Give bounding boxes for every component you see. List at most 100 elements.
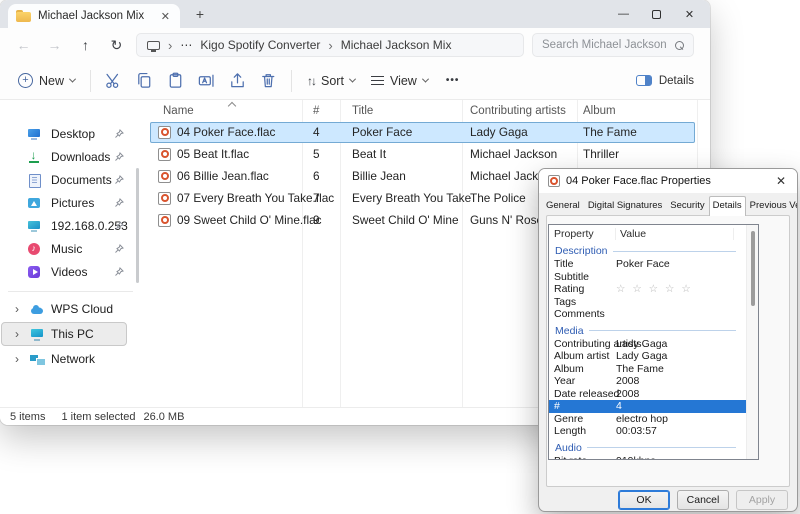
new-button[interactable]: + New — [10, 66, 83, 96]
details-pane-button[interactable]: Details — [630, 75, 700, 87]
search-input[interactable]: Search Michael Jackson M — [532, 33, 694, 57]
property-row-album[interactable]: Album The Fame — [549, 363, 746, 376]
file-album: Thriller — [583, 147, 620, 161]
property-row-album-artist[interactable]: Album artist Lady Gaga — [549, 350, 746, 363]
more-options-button[interactable]: ••• — [436, 75, 470, 86]
location-monitor-icon — [147, 40, 160, 52]
file-name: 05 Beat It.flac — [177, 147, 250, 161]
tab-title: Michael Jackson Mix — [38, 10, 145, 22]
tab-security[interactable]: Security — [666, 196, 708, 215]
copy-button[interactable] — [129, 66, 160, 96]
sort-arrows-icon: ↑↓ — [307, 73, 317, 88]
property-row-genre[interactable]: Genre electro hop — [549, 413, 746, 426]
column-header-name[interactable]: Name — [145, 105, 302, 117]
sidebar-item-network-drive[interactable]: 192.168.0.253 — [0, 214, 145, 237]
section-media: Media — [549, 324, 746, 338]
tab-previous-versions[interactable]: Previous Versions — [746, 196, 797, 215]
sidebar-item-this-pc[interactable]: › This PC — [1, 322, 127, 346]
sidebar-item-desktop[interactable]: Desktop — [0, 122, 145, 145]
file-album: The Fame — [583, 125, 637, 139]
downloads-icon — [27, 148, 41, 164]
plus-icon: + — [18, 73, 33, 88]
delete-button[interactable] — [253, 66, 284, 96]
sidebar-item-videos[interactable]: Videos — [0, 260, 145, 283]
sidebar-item-label: Documents — [51, 172, 112, 187]
tab-digital-signatures[interactable]: Digital Signatures — [584, 196, 666, 215]
sidebar-item-wps-cloud[interactable]: › WPS Cloud — [1, 297, 127, 321]
maximize-button[interactable] — [640, 0, 673, 28]
new-tab-button[interactable]: + — [190, 3, 210, 25]
file-row-05-beat-it[interactable]: 05 Beat It.flac 5 Beat It Michael Jackso… — [145, 143, 710, 165]
file-track-number: 5 — [313, 147, 320, 161]
file-row-04-poker-face[interactable]: 04 Poker Face.flac 4 Poker Face Lady Gag… — [145, 121, 710, 143]
tab-details[interactable]: Details — [708, 196, 746, 216]
breadcrumb-ellipsis[interactable]: ⋯ — [180, 38, 192, 52]
audio-file-icon — [158, 191, 171, 205]
section-line — [588, 330, 736, 331]
sidebar-item-music[interactable]: Music — [0, 237, 145, 260]
sidebar-item-documents[interactable]: Documents — [0, 168, 145, 191]
dialog-title: 04 Poker Face.flac Properties — [566, 175, 711, 187]
minimize-button[interactable]: — — [607, 0, 640, 28]
refresh-button[interactable]: ↻ — [101, 31, 132, 59]
apply-button[interactable]: Apply — [736, 490, 788, 510]
tab-close-icon[interactable]: ✕ — [159, 10, 172, 23]
property-row-subtitle[interactable]: Subtitle — [549, 271, 746, 284]
property-row-track-number[interactable]: #4 — [549, 400, 746, 413]
column-header-title[interactable]: Title — [340, 105, 462, 117]
rename-button[interactable] — [191, 66, 222, 96]
property-row-bit-rate[interactable]: Bit rate919kbps — [549, 455, 746, 459]
close-button[interactable]: ✕ — [673, 0, 706, 28]
sidebar-item-pictures[interactable]: Pictures — [0, 191, 145, 214]
property-row-comments[interactable]: Comments — [549, 308, 746, 321]
property-row-length[interactable]: Length 00:03:57 — [549, 425, 746, 438]
properties-list-content: Property Value Description Title Poker Fa… — [549, 225, 746, 459]
sort-button[interactable]: ↑↓ Sort — [299, 66, 363, 96]
toolbar-divider — [291, 69, 293, 92]
breadcrumb-item-kigo-spotify-converter[interactable]: Kigo Spotify Converter — [200, 38, 320, 52]
forward-button[interactable]: → — [39, 31, 70, 59]
tab-general[interactable]: General — [542, 196, 584, 215]
delete-icon — [262, 74, 275, 88]
column-header-number[interactable]: # — [302, 105, 340, 117]
sidebar-item-network[interactable]: › Network — [1, 347, 127, 371]
property-row-rating[interactable]: Rating ☆ ☆ ☆ ☆ ☆ — [549, 283, 746, 296]
cancel-button[interactable]: Cancel — [677, 490, 729, 510]
ok-button[interactable]: OK — [618, 490, 670, 510]
view-button[interactable]: View — [363, 66, 436, 96]
property-row-year[interactable]: Year 2008 — [549, 375, 746, 388]
back-button[interactable]: ← — [8, 31, 39, 59]
dialog-close-button[interactable]: ✕ — [774, 174, 788, 188]
property-row-contributing-artists[interactable]: Contributing artists Lady Gaga — [549, 338, 746, 351]
share-button[interactable] — [222, 66, 253, 96]
sidebar-scrollbar[interactable] — [136, 168, 139, 283]
cut-button[interactable] — [98, 66, 129, 96]
scrollbar-thumb[interactable] — [751, 231, 755, 306]
chevron-right-icon: › — [168, 37, 173, 53]
sidebar-item-downloads[interactable]: Downloads — [0, 145, 145, 168]
file-title: Poker Face — [352, 125, 413, 139]
column-header-contributing-artists[interactable]: Contributing artists — [462, 105, 577, 117]
audio-file-icon — [548, 175, 560, 187]
paste-button[interactable] — [160, 66, 191, 96]
pin-icon — [114, 243, 124, 257]
file-name: 04 Poker Face.flac — [177, 125, 276, 139]
property-row-tags[interactable]: Tags — [549, 296, 746, 309]
section-audio: Audio — [549, 441, 746, 455]
chevron-expand-icon[interactable]: › — [15, 352, 23, 366]
address-bar[interactable]: › ⋯ Kigo Spotify Converter › Michael Jac… — [136, 33, 524, 57]
this-pc-icon — [30, 327, 44, 341]
up-button[interactable]: ↑ — [70, 31, 101, 59]
properties-scrollbar[interactable] — [746, 225, 758, 459]
column-header-album[interactable]: Album — [577, 105, 697, 117]
header-value: Value — [616, 227, 734, 240]
audio-file-icon — [158, 147, 171, 161]
property-row-title[interactable]: Title Poker Face — [549, 258, 746, 271]
maximize-icon — [652, 9, 661, 19]
breadcrumb-item-current-folder[interactable]: Michael Jackson Mix — [341, 38, 452, 52]
property-row-date-released[interactable]: Date released 2008 — [549, 388, 746, 401]
chevron-expand-icon[interactable]: › — [15, 327, 23, 341]
chevron-expand-icon[interactable]: › — [15, 302, 23, 316]
file-title: Sweet Child O' Mine — [352, 213, 459, 227]
explorer-tab[interactable]: Michael Jackson Mix ✕ — [8, 4, 180, 28]
